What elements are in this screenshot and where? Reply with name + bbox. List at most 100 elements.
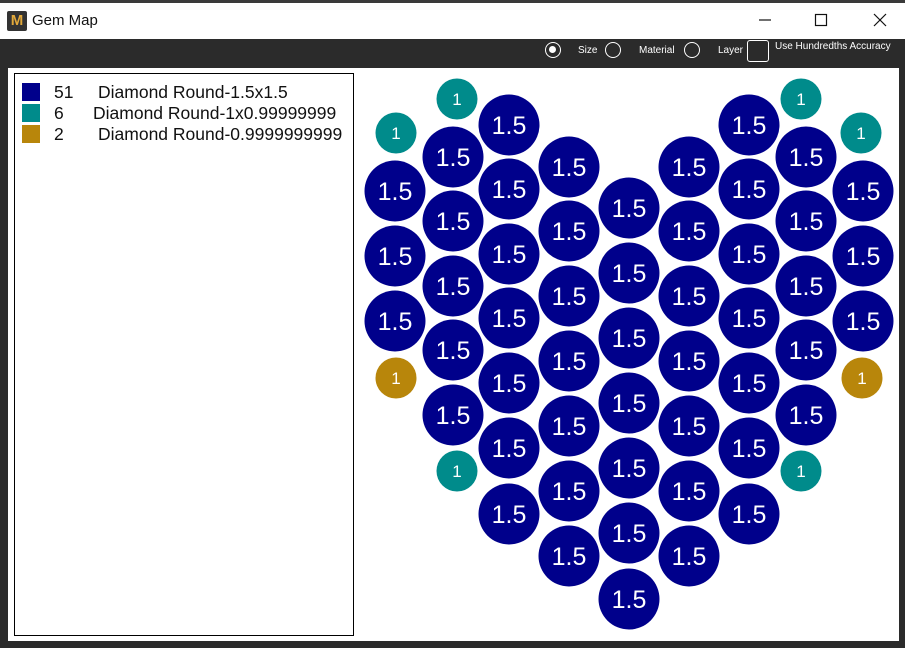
legend-item: 51 Diamond Round-1.5x1.5 [21, 82, 353, 102]
gem-diamond-1-5-label: 1.5 [612, 195, 647, 223]
gem-diamond-1-5-label: 1.5 [789, 273, 824, 301]
gem-diamond-1-5-label: 1.5 [378, 243, 413, 271]
gem-diamond-1-5-label: 1.5 [672, 348, 707, 376]
legend-item: 2 Diamond Round-0.9999999999 [21, 124, 353, 144]
gem-diamond-1-5-label: 1.5 [378, 178, 413, 206]
layer-radio-label: Layer [718, 45, 744, 56]
minimize-button[interactable] [736, 3, 794, 39]
gem-diamond-1-5: 1.5 [422, 126, 484, 188]
gem-diamond-1-5: 1.5 [538, 200, 600, 262]
gem-diamond-1-5: 1.5 [478, 352, 540, 414]
app-logo-letter: M [10, 12, 24, 29]
gem-diamond-1-5-label: 1.5 [378, 308, 413, 336]
gem-diamond-1-5-label: 1.5 [672, 154, 707, 182]
window-title: Gem Map [32, 12, 98, 29]
legend-name: Diamond Round-1x0.99999999 [93, 103, 337, 123]
gem-diamond-1-5: 1.5 [775, 384, 837, 446]
legend-name: Diamond Round-1.5x1.5 [98, 82, 288, 102]
legend-swatch [22, 104, 40, 122]
gem-diamond-1-5-label: 1.5 [552, 154, 587, 182]
material-radio[interactable] [605, 42, 621, 58]
gem-diamond-1-5: 1.5 [478, 94, 540, 156]
hundredths-accuracy-label: Use Hundredths Accuracy [775, 41, 891, 52]
gem-diamond-0-99: 1 [375, 357, 417, 399]
gem-diamond-1: 1 [375, 112, 417, 154]
gem-diamond-1-5-label: 1.5 [612, 390, 647, 418]
gem-diamond-1-5-label: 1.5 [789, 337, 824, 365]
gem-diamond-1: 1 [436, 78, 478, 120]
gem-diamond-1-5-label: 1.5 [846, 308, 881, 336]
gem-diamond-0-99-label: 1 [857, 369, 866, 388]
gem-diamond-1-5: 1.5 [538, 265, 600, 327]
gem-diamond-1-5: 1.5 [718, 158, 780, 220]
gem-map: 1.5 1.5 1.5 1.5 1.5 1.5 1.5 1.5 1.5 1.5 1.5 1.5 1.5 1… [364, 78, 894, 630]
gem-diamond-1-5-label: 1.5 [732, 176, 767, 204]
legend-swatch [22, 83, 40, 101]
title-bar: M Gem Map [0, 3, 905, 39]
gem-diamond-1-5-label: 1.5 [612, 325, 647, 353]
gem-diamond-1-5-label: 1.5 [436, 273, 471, 301]
gem-diamond-1-5: 1.5 [775, 126, 837, 188]
gem-diamond-0-99: 1 [841, 357, 883, 399]
close-icon [873, 13, 887, 27]
gem-diamond-1-5-label: 1.5 [492, 176, 527, 204]
gem-diamond-1-5-label: 1.5 [552, 413, 587, 441]
gem-diamond-1-5: 1.5 [598, 502, 660, 564]
gem-diamond-1-5: 1.5 [718, 417, 780, 479]
gem-diamond-1-5: 1.5 [598, 568, 660, 630]
gem-diamond-1-5: 1.5 [658, 525, 720, 587]
gem-diamond-1-5-label: 1.5 [732, 435, 767, 463]
gem-diamond-1-5-label: 1.5 [732, 112, 767, 140]
legend-item: 6 Diamond Round-1x0.99999999 [21, 103, 353, 123]
gem-diamond-1-5: 1.5 [422, 190, 484, 252]
gem-diamond-1-5-label: 1.5 [672, 413, 707, 441]
gem-diamond-1-label: 1 [796, 462, 805, 481]
gem-diamond-1-5: 1.5 [775, 190, 837, 252]
gem-diamond-1-5: 1.5 [718, 352, 780, 414]
size-radio-label: Size [578, 45, 598, 56]
app-logo-icon: M [7, 11, 27, 31]
gem-diamond-1-5-label: 1.5 [612, 520, 647, 548]
gem-diamond-1-5: 1.5 [478, 287, 540, 349]
gem-diamond-1-5: 1.5 [364, 290, 426, 352]
gem-diamond-1-5-label: 1.5 [612, 586, 647, 614]
gem-diamond-1-5: 1.5 [718, 94, 780, 156]
hundredths-accuracy-checkbox[interactable] [747, 40, 769, 62]
gem-diamond-1-5: 1.5 [718, 483, 780, 545]
gem-diamond-1-5: 1.5 [538, 525, 600, 587]
gem-diamond-1-5-label: 1.5 [492, 305, 527, 333]
gem-diamond-1-5-label: 1.5 [436, 402, 471, 430]
gem-diamond-1: 1 [780, 78, 822, 120]
gem-diamond-1: 1 [436, 450, 478, 492]
gem-diamond-1-5-label: 1.5 [789, 144, 824, 172]
size-radio[interactable] [545, 42, 561, 58]
gem-diamond-1-5: 1.5 [658, 395, 720, 457]
legend-name: Diamond Round-0.9999999999 [98, 124, 343, 144]
gem-diamond-1-5: 1.5 [422, 319, 484, 381]
gem-diamond-1-5: 1.5 [422, 384, 484, 446]
layer-radio[interactable] [684, 42, 700, 58]
gem-diamond-1-5: 1.5 [658, 136, 720, 198]
gem-diamond-1-5-label: 1.5 [492, 435, 527, 463]
maximize-button[interactable] [792, 3, 850, 39]
gem-diamond-1-5: 1.5 [538, 330, 600, 392]
gem-diamond-1-5: 1.5 [478, 417, 540, 479]
legend-swatch [22, 125, 40, 143]
gem-diamond-1-5-label: 1.5 [552, 283, 587, 311]
gem-diamond-1-5-label: 1.5 [789, 208, 824, 236]
gem-diamond-1-5: 1.5 [538, 395, 600, 457]
gem-diamond-1-5-label: 1.5 [552, 348, 587, 376]
gem-diamond-1-5: 1.5 [718, 223, 780, 285]
gem-diamond-1-5: 1.5 [364, 160, 426, 222]
gem-diamond-1-5: 1.5 [775, 255, 837, 317]
gem-diamond-1-5-label: 1.5 [846, 178, 881, 206]
close-button[interactable] [848, 3, 905, 39]
gem-diamond-1-5: 1.5 [478, 158, 540, 220]
gem-diamond-1-5: 1.5 [538, 136, 600, 198]
gem-diamond-1-5-label: 1.5 [492, 112, 527, 140]
gem-diamond-1-5: 1.5 [598, 242, 660, 304]
legend-count: 6 [54, 103, 64, 123]
gem-diamond-1-5-label: 1.5 [492, 501, 527, 529]
gem-diamond-1-5: 1.5 [775, 319, 837, 381]
gem-diamond-1-5-label: 1.5 [732, 241, 767, 269]
